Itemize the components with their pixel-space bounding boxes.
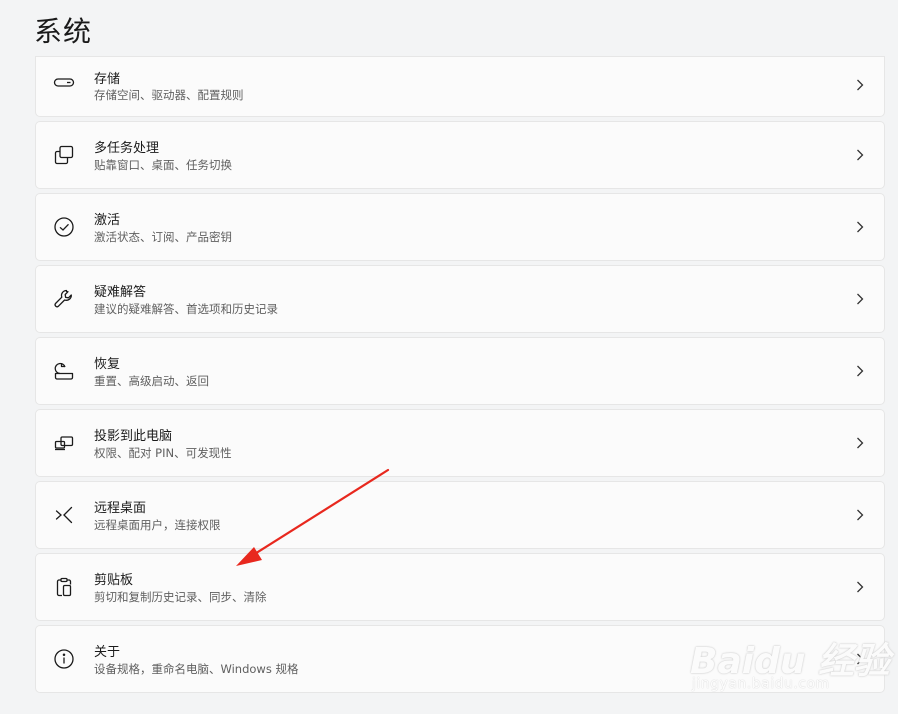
item-subtitle: 存储空间、驱动器、配置规则 (94, 88, 244, 102)
projection-icon (52, 431, 76, 455)
settings-item-about[interactable]: 关于 设备规格，重命名电脑、Windows 规格 (35, 625, 885, 693)
chevron-right-icon (854, 436, 866, 450)
settings-item-storage[interactable]: 存储 存储空间、驱动器、配置规则 (35, 56, 885, 117)
settings-item-recovery[interactable]: 恢复 重置、高级启动、返回 (35, 337, 885, 405)
chevron-right-icon (854, 580, 866, 594)
item-title: 恢复 (94, 357, 121, 372)
item-subtitle: 权限、配对 PIN、可发现性 (94, 446, 232, 460)
item-subtitle: 设备规格，重命名电脑、Windows 规格 (94, 662, 299, 676)
chevron-right-icon (854, 652, 866, 666)
chevron-right-icon (854, 364, 866, 378)
item-subtitle: 建议的疑难解答、首选项和历史记录 (94, 302, 278, 316)
remote-desktop-icon (52, 503, 76, 527)
settings-item-projecting[interactable]: 投影到此电脑 权限、配对 PIN、可发现性 (35, 409, 885, 477)
item-title: 投影到此电脑 (94, 429, 173, 444)
item-title: 多任务处理 (94, 141, 160, 156)
check-circle-icon (52, 215, 76, 239)
item-subtitle: 远程桌面用户，连接权限 (94, 518, 221, 532)
chevron-right-icon (854, 78, 866, 92)
item-subtitle: 重置、高级启动、返回 (94, 374, 209, 388)
item-title: 激活 (94, 213, 121, 228)
item-title: 关于 (94, 645, 121, 660)
clipboard-icon (52, 575, 76, 599)
item-title: 剪贴板 (94, 573, 134, 588)
item-subtitle: 剪切和复制历史记录、同步、清除 (94, 590, 267, 604)
wrench-icon (52, 287, 76, 311)
settings-item-activation[interactable]: 激活 激活状态、订阅、产品密钥 (35, 193, 885, 261)
storage-icon (52, 71, 76, 95)
info-icon (52, 647, 76, 671)
recovery-icon (52, 359, 76, 383)
settings-item-remote-desktop[interactable]: 远程桌面 远程桌面用户，连接权限 (35, 481, 885, 549)
item-title: 远程桌面 (94, 501, 147, 516)
settings-item-clipboard[interactable]: 剪贴板 剪切和复制历史记录、同步、清除 (35, 553, 885, 621)
item-title: 存储 (94, 72, 121, 87)
settings-item-multitasking[interactable]: 多任务处理 贴靠窗口、桌面、任务切换 (35, 121, 885, 189)
item-subtitle: 贴靠窗口、桌面、任务切换 (94, 158, 232, 172)
settings-item-troubleshoot[interactable]: 疑难解答 建议的疑难解答、首选项和历史记录 (35, 265, 885, 333)
multitasking-icon (52, 143, 76, 167)
chevron-right-icon (854, 508, 866, 522)
chevron-right-icon (854, 148, 866, 162)
item-title: 疑难解答 (94, 285, 147, 300)
chevron-right-icon (854, 292, 866, 306)
chevron-right-icon (854, 220, 866, 234)
page-title: 系统 (34, 15, 93, 48)
item-subtitle: 激活状态、订阅、产品密钥 (94, 230, 232, 244)
